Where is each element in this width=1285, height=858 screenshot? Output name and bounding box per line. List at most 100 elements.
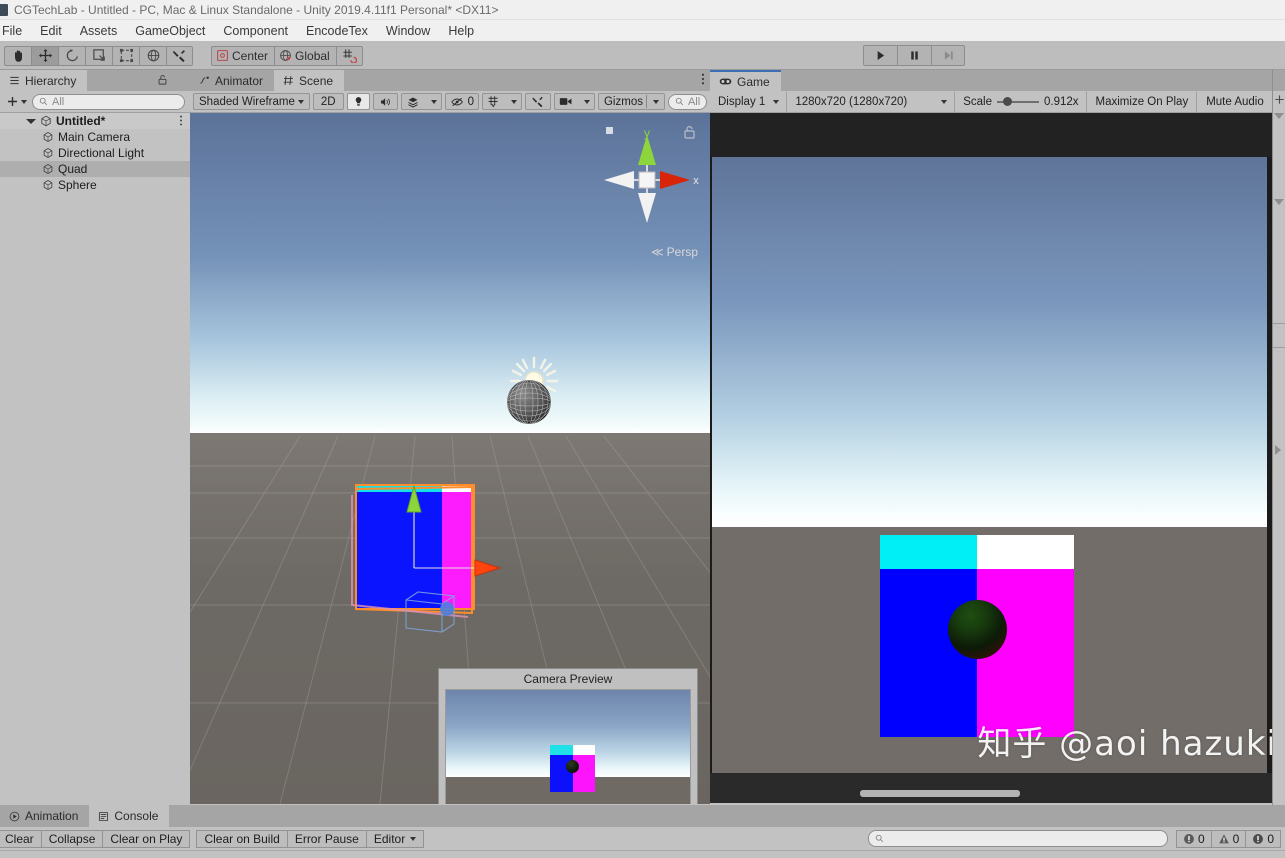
menu-component[interactable]: Component (214, 22, 297, 40)
scene-gizmo-lock-icon[interactable] (683, 125, 696, 140)
coordinate-space-button[interactable]: Global (274, 45, 336, 66)
console-search-input[interactable] (867, 830, 1168, 847)
hierarchy-item-main-camera[interactable]: Main Camera (0, 129, 190, 145)
game-scrollbar-thumb[interactable] (860, 790, 1020, 797)
hierarchy-search-input[interactable]: All (32, 93, 185, 110)
scene-lighting-toggle[interactable] (346, 93, 370, 110)
mute-audio-toggle[interactable]: Mute Audio (1197, 90, 1273, 113)
scale-tool-button[interactable] (85, 45, 112, 66)
inspector-foldout-arrow-1[interactable] (1274, 113, 1284, 119)
console-error-pause-toggle[interactable]: Error Pause (286, 829, 366, 848)
console-collapse-toggle[interactable]: Collapse (40, 829, 103, 848)
gameobject-cube-icon (43, 132, 53, 142)
scene-camera-dropdown[interactable] (553, 93, 595, 110)
transform-tool-button[interactable] (139, 45, 166, 66)
console-panel: Animation Console Clear Collapse Clear o… (0, 805, 1285, 858)
console-info-counter[interactable]: 0 (1245, 829, 1281, 848)
inspector-foldout-arrow-2[interactable] (1274, 199, 1284, 205)
grid-snap-icon[interactable] (335, 45, 363, 66)
chevron-down-icon (941, 99, 948, 104)
scene-audio-toggle[interactable] (372, 93, 398, 110)
game-sky (712, 157, 1267, 527)
scene-row-menu-icon[interactable] (179, 115, 183, 127)
hierarchy-tabstrip: Hierarchy kebab-menu-icon (0, 70, 190, 91)
maximize-on-play-toggle[interactable]: Maximize On Play (1087, 90, 1198, 113)
menu-assets[interactable]: Assets (71, 22, 127, 40)
rotate-tool-button[interactable] (58, 45, 85, 66)
console-warning-counter[interactable]: 0 (1210, 829, 1246, 848)
tab-animation[interactable]: Animation (0, 805, 90, 827)
scene-search-input[interactable]: All (667, 93, 708, 110)
console-editor-dropdown[interactable]: Editor (365, 829, 425, 848)
display-dropdown[interactable]: Display 1 (710, 90, 788, 113)
tab-scene[interactable]: Scene (274, 70, 345, 91)
search-icon (39, 97, 48, 106)
hierarchy-item-sphere[interactable]: Sphere (0, 177, 190, 193)
error-icon (1183, 833, 1194, 844)
menu-edit[interactable]: Edit (31, 22, 71, 40)
menu-file[interactable]: File (0, 22, 31, 40)
2d-toggle-button[interactable]: 2D (312, 93, 344, 110)
game-horizontal-scrollbar[interactable] (712, 788, 1265, 799)
tab-animator[interactable]: Animator (190, 70, 275, 91)
rect-transform-tool-button[interactable] (112, 45, 139, 66)
lock-open-icon[interactable] (157, 74, 168, 89)
tab-animator-label: Animator (215, 73, 264, 88)
hierarchy-scene-root[interactable]: Untitled* (0, 113, 190, 129)
scene-viewport[interactable]: y x ≪ Persp Camera Preview (190, 113, 710, 804)
game-viewport[interactable]: 知乎 @aoi hazuki (710, 113, 1285, 803)
step-button[interactable] (931, 45, 965, 66)
game-view-toolbar: Display 1 1280x720 (1280x720) Scale 0.91… (710, 90, 1285, 113)
gameobject-cube-icon (43, 164, 53, 174)
hierarchy-scene-name: Untitled* (56, 114, 106, 128)
console-tabstrip: Animation Console (0, 805, 1285, 827)
scene-visibility-toggle[interactable]: 0 (444, 93, 479, 110)
scene-grid-dropdown[interactable] (481, 93, 522, 110)
menu-encodetex[interactable]: EncodeTex (297, 22, 377, 40)
move-tool-button[interactable] (31, 45, 58, 66)
coordinate-space-label: Global (295, 48, 330, 63)
menu-help[interactable]: Help (439, 22, 483, 40)
menu-window[interactable]: Window (377, 22, 439, 40)
menu-bar: File Edit Assets GameObject Component En… (0, 20, 1285, 42)
tab-game[interactable]: Game (710, 70, 781, 91)
draw-mode-dropdown[interactable]: Shaded Wireframe (193, 93, 310, 110)
unity-editor-window: CGTechLab - Untitled - PC, Mac & Linux S… (0, 0, 1285, 858)
chevron-down-icon[interactable] (26, 118, 36, 124)
inspector-add-icon[interactable] (1274, 94, 1285, 105)
play-button[interactable] (863, 45, 897, 66)
scale-slider[interactable]: Scale 0.912x (955, 90, 1087, 113)
console-clear-button[interactable]: Clear (0, 829, 41, 848)
info-icon (1253, 833, 1264, 844)
gizmos-dropdown[interactable]: Gizmos (597, 93, 665, 110)
grid-visibility-icon (488, 96, 498, 108)
menu-gameobject[interactable]: GameObject (126, 22, 214, 40)
move-gizmo[interactable] (375, 468, 505, 598)
gizmos-label: Gizmos (603, 95, 643, 108)
pivot-mode-button[interactable]: Center (211, 45, 275, 66)
hierarchy-item-quad[interactable]: Quad (0, 161, 190, 177)
tab-animation-label: Animation (25, 809, 79, 823)
hierarchy-item-directional-light[interactable]: Directional Light (0, 145, 190, 161)
create-object-button[interactable] (3, 93, 30, 110)
resolution-dropdown[interactable]: 1280x720 (1280x720) (787, 90, 956, 113)
scene-tools-button[interactable] (524, 93, 551, 110)
scene-orientation-gizmo[interactable]: y x (592, 125, 702, 235)
console-clear-on-build-toggle[interactable]: Clear on Build (196, 829, 287, 848)
console-clear-on-play-toggle[interactable]: Clear on Play (102, 829, 191, 848)
console-warning-count: 0 (1232, 831, 1240, 846)
pause-button[interactable] (897, 45, 931, 66)
console-error-counter[interactable]: 0 (1175, 829, 1211, 848)
inspector-foldout-arrow-3[interactable] (1275, 445, 1281, 455)
tab-console[interactable]: Console (89, 805, 170, 827)
custom-editor-tool-button[interactable] (166, 45, 193, 66)
eye-slash-icon (450, 97, 463, 106)
scene-projection-label[interactable]: ≪ Persp (651, 245, 698, 259)
scene-menu-icon[interactable] (701, 73, 705, 86)
scale-slider-track[interactable] (997, 96, 1039, 107)
scene-fx-dropdown[interactable] (400, 93, 442, 110)
persp-text: Persp (666, 245, 698, 259)
camera-preview-sphere (566, 760, 579, 773)
tab-hierarchy[interactable]: Hierarchy (0, 70, 88, 91)
hand-tool-button[interactable] (4, 45, 31, 66)
